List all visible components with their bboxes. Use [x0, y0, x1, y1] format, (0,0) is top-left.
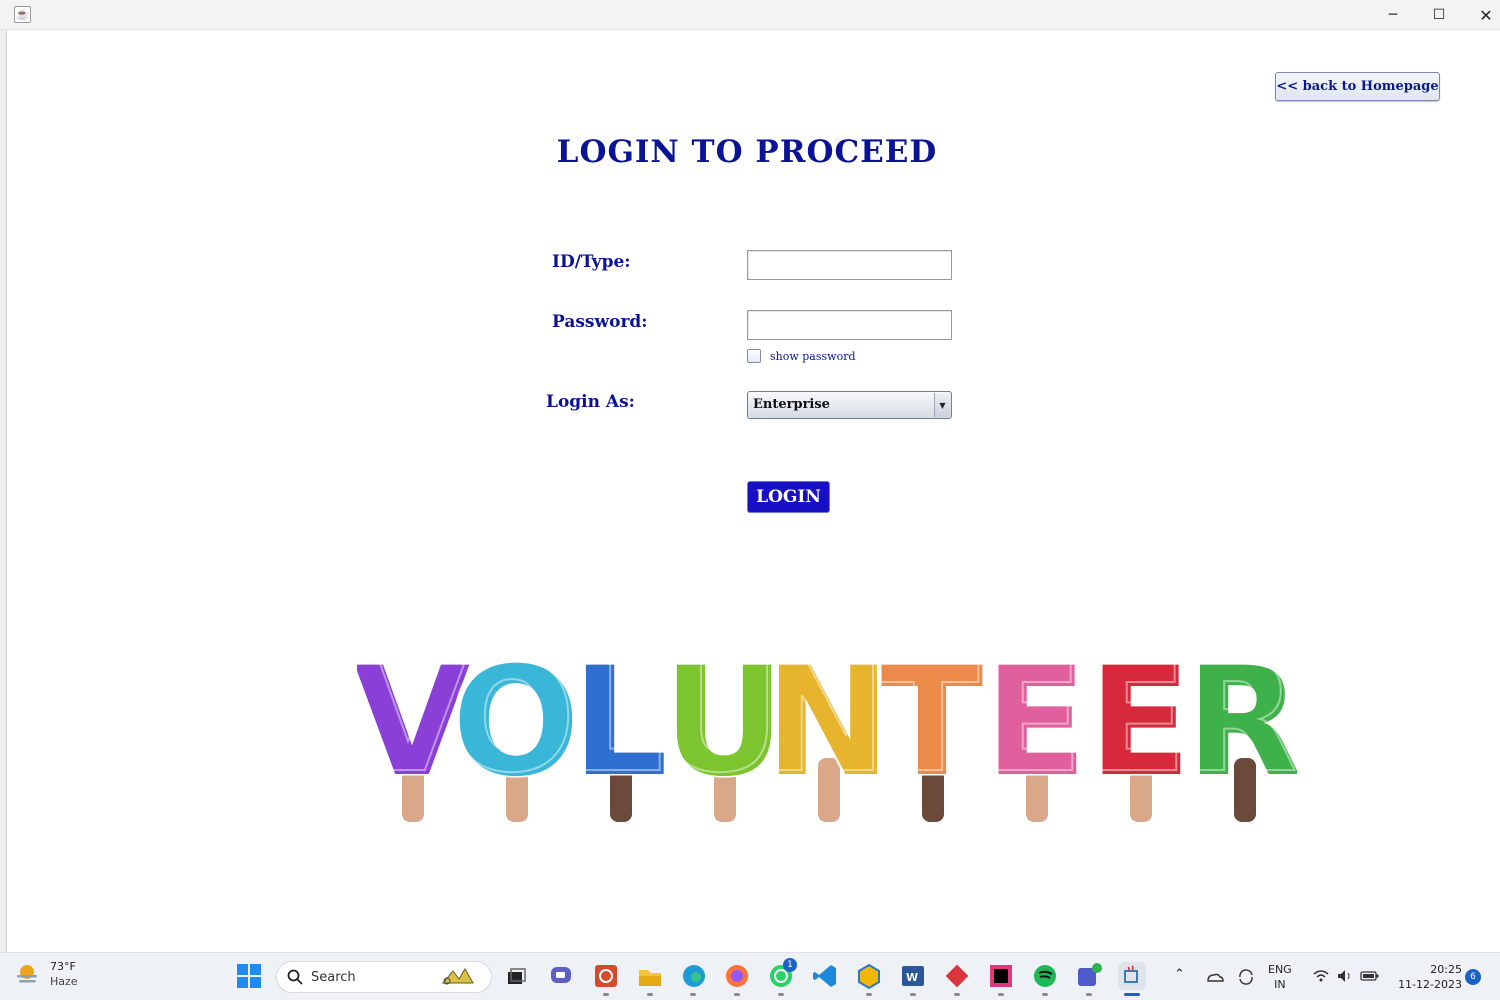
- show-password-checkbox[interactable]: [747, 349, 761, 363]
- balloon-shine-8: E: [1085, 632, 1187, 806]
- balloon-shine-3: L: [568, 632, 664, 806]
- taskbar: 73°F Haze Search 1 W ⌃ ENG IN 20:25 11-1…: [0, 952, 1500, 1000]
- edge-icon[interactable]: [680, 962, 708, 990]
- id-type-input[interactable]: [747, 250, 952, 280]
- taskbar-search-box[interactable]: Search: [276, 961, 492, 993]
- app-hex-icon[interactable]: [855, 962, 883, 990]
- notification-badge[interactable]: 6: [1465, 969, 1481, 985]
- back-to-homepage-button[interactable]: << back to Homepage: [1275, 72, 1440, 101]
- login-button[interactable]: LOGIN: [747, 481, 830, 513]
- login-as-selected-value: Enterprise: [753, 397, 830, 412]
- search-placeholder: Search: [311, 969, 356, 985]
- login-panel: << back to Homepage LOGIN TO PROCEED ID/…: [7, 30, 1500, 952]
- maximize-button[interactable]: ☐: [1416, 0, 1462, 30]
- language-code: ENG: [1268, 963, 1292, 976]
- balloon-shine-7: E: [981, 632, 1083, 806]
- balloon-shine-5: N: [761, 632, 887, 806]
- minimize-button[interactable]: ─: [1370, 0, 1416, 30]
- show-password-option[interactable]: show password: [747, 349, 856, 363]
- show-hidden-icons[interactable]: ⌃: [1174, 967, 1185, 982]
- weather-condition: Haze: [50, 975, 78, 988]
- region-code: IN: [1274, 978, 1286, 991]
- balloon-shine-9: R: [1182, 632, 1297, 806]
- volume-icon[interactable]: [1336, 967, 1354, 985]
- task-view-icon[interactable]: [502, 962, 530, 990]
- onedrive-icon[interactable]: [1204, 967, 1224, 987]
- password-label: Password:: [552, 312, 648, 332]
- show-password-label: show password: [770, 349, 856, 363]
- weather-haze-icon: [14, 961, 40, 987]
- battery-icon[interactable]: [1360, 967, 1380, 985]
- folder-icon[interactable]: [636, 962, 664, 990]
- clock-time: 20:25: [1430, 963, 1462, 976]
- balloon-shine-6: T: [877, 632, 979, 806]
- firefox-icon[interactable]: [723, 962, 751, 990]
- clock-date: 11-12-2023: [1398, 978, 1462, 991]
- wifi-icon[interactable]: [1312, 967, 1330, 985]
- spotify-icon[interactable]: [1031, 962, 1059, 990]
- git-icon[interactable]: [943, 962, 971, 990]
- whatsapp-badge: 1: [783, 958, 797, 972]
- id-type-label: ID/Type:: [552, 252, 631, 272]
- chat-icon[interactable]: [547, 962, 575, 990]
- whatsapp-icon[interactable]: 1: [767, 958, 797, 990]
- weather-widget[interactable]: 73°F Haze: [14, 959, 78, 989]
- close-button[interactable]: ✕: [1463, 0, 1500, 30]
- word-icon[interactable]: W: [899, 962, 927, 990]
- search-highlight-icon: [441, 968, 474, 985]
- page-title: LOGIN TO PROCEED: [556, 134, 938, 170]
- balloon-shine-2: O: [448, 632, 576, 806]
- svg-text:W: W: [906, 971, 918, 984]
- teams-icon[interactable]: [1075, 962, 1103, 990]
- login-as-dropdown[interactable]: Enterprise ▼: [747, 391, 952, 419]
- start-icon[interactable]: [235, 962, 263, 990]
- login-as-label: Login As:: [546, 392, 635, 412]
- language-indicator[interactable]: ENG IN: [1268, 962, 1292, 992]
- password-input[interactable]: [747, 310, 952, 340]
- java-app-icon: ☕: [14, 6, 31, 23]
- window-left-edge: [0, 30, 7, 952]
- vscode-icon[interactable]: [811, 962, 839, 990]
- window-titlebar: ☕ ─ ☐ ✕: [0, 0, 1500, 30]
- java-taskbar-icon[interactable]: [1118, 962, 1146, 990]
- volunteer-banner-image: VVOOLL UUNNTT EE EE RR: [357, 631, 1297, 822]
- clock[interactable]: 20:25 11-12-2023: [1392, 962, 1462, 992]
- weather-temperature: 73°F: [50, 960, 76, 973]
- intellij-icon[interactable]: [987, 962, 1015, 990]
- app-icon[interactable]: [592, 962, 620, 990]
- sync-icon[interactable]: [1236, 967, 1256, 987]
- search-icon: [287, 969, 303, 985]
- chevron-down-icon[interactable]: ▼: [934, 393, 950, 417]
